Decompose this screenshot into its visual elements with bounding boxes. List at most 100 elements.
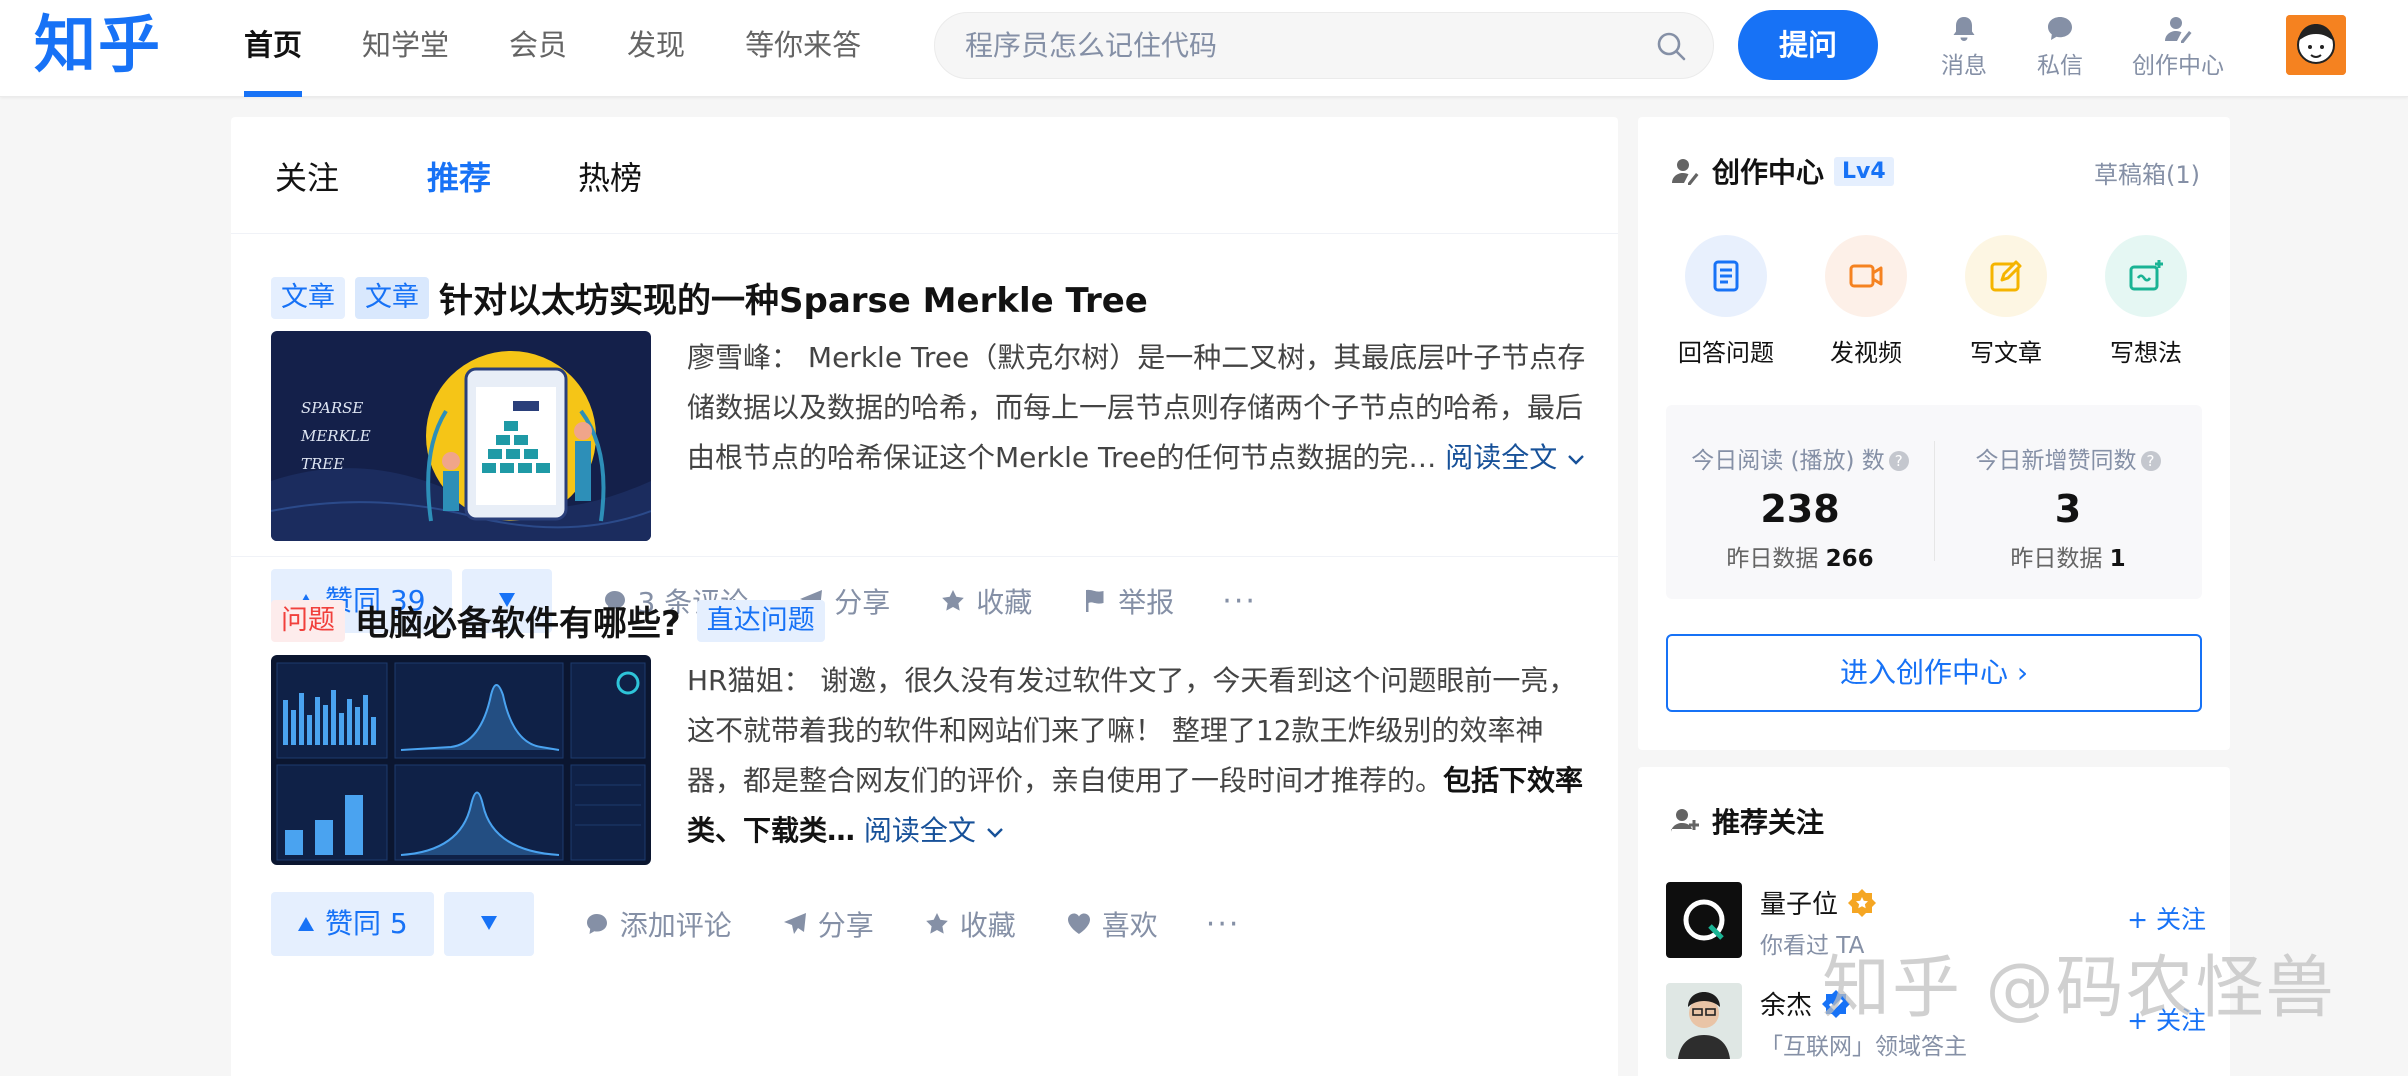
downvote-button[interactable] — [443, 892, 534, 956]
avatar[interactable] — [1666, 983, 1742, 1059]
article-tag: 文章 — [355, 276, 429, 319]
excerpt-author: 廖雪峰： — [687, 341, 800, 374]
chevron-down-icon — [1568, 455, 1585, 465]
nav-discover[interactable]: 发现 — [627, 0, 685, 97]
stat-label: 今日新增赞同数? — [1934, 441, 2202, 475]
user-avatar[interactable] — [2286, 15, 2346, 75]
feed-excerpt[interactable]: HR猫姐： 谢邀，很久没有发过软件文了，今天看到这个问题眼前一亮，这不就带着我的… — [687, 656, 1587, 856]
messages-label: 消息 — [1941, 53, 1987, 79]
merkle-tree-illustration: SPARSE MERKLE TREE — [271, 331, 651, 541]
dashboard-thumbnail[interactable] — [271, 655, 651, 865]
recommend-card-header: 推荐关注 — [1670, 801, 1824, 841]
liangziwei-logo-icon — [1666, 882, 1742, 958]
creator-card-header: 创作中心 Lv4 — [1670, 151, 1894, 191]
stat-value: 238 — [1760, 487, 1840, 531]
tab-hot[interactable]: 热榜 — [578, 153, 642, 199]
stat-yesterday: 昨日数据 1 — [2010, 546, 2126, 572]
feed-item: 文章 文章 针对以太坊实现的一种Sparse Merkle Tree SPARS… — [231, 234, 1618, 633]
verified-gold-badge-icon — [1848, 888, 1877, 917]
article-thumbnail[interactable]: SPARSE MERKLE TREE — [271, 331, 651, 541]
like-button[interactable]: 喜欢 — [1066, 904, 1158, 944]
tab-follow[interactable]: 关注 — [275, 153, 339, 199]
share-button[interactable]: 分享 — [782, 904, 874, 944]
feed-title[interactable]: 电脑必备软件有哪些? — [355, 596, 681, 645]
direct-question-tag[interactable]: 直达问题 — [696, 599, 825, 642]
stat-yesterday: 昨日数据 266 — [1726, 546, 1874, 572]
feed-title[interactable]: 针对以太坊实现的一种Sparse Merkle Tree — [439, 273, 1148, 322]
help-icon[interactable]: ? — [1888, 451, 1909, 471]
svg-text:SPARSE: SPARSE — [301, 399, 363, 417]
read-more-link[interactable]: 阅读全文 — [864, 814, 1005, 847]
follow-button[interactable]: + 关注 — [2127, 900, 2206, 936]
nav-zhixuetang[interactable]: 知学堂 — [362, 0, 449, 97]
feed-title-row: 问题 电脑必备软件有哪些? 直达问题 — [271, 596, 835, 645]
read-more-link[interactable]: 阅读全文 — [1445, 441, 1586, 474]
creator-stats-panel: 今日阅读 (播放) 数? 238 昨日数据 266 今日新增赞同数? 3 昨日数… — [1666, 405, 2202, 599]
user-name[interactable]: 量子位 — [1760, 884, 1878, 921]
quick-answer-question[interactable]: 回答问题 — [1656, 235, 1796, 368]
zhihu-logo[interactable]: 知乎 — [34, 4, 162, 86]
creator-icon — [2165, 17, 2192, 43]
question-tag: 问题 — [271, 599, 345, 642]
nav-membership[interactable]: 会员 — [509, 0, 567, 97]
creator-center-label: 创作中心 — [2132, 53, 2224, 79]
feed-actions: 赞同 5 添加评论 分享 收藏 喜欢 ··· — [271, 892, 1240, 956]
stat-value: 3 — [2054, 487, 2082, 531]
article-tag: 文章 — [271, 276, 345, 319]
more-menu-button[interactable]: ··· — [1206, 907, 1241, 942]
add-comment-button[interactable]: 添加评论 — [584, 904, 732, 944]
creator-icon — [1672, 159, 1699, 185]
top-header: 知乎 首页 知学堂 会员 发现 等你来答 提问 消息 私信 创作中心 — [0, 0, 2408, 97]
upvote-button[interactable]: 赞同 5 — [271, 892, 434, 956]
level-badge: Lv4 — [1834, 156, 1894, 186]
help-icon[interactable]: ? — [2140, 451, 2161, 471]
feed-item: 问题 电脑必备软件有哪些? 直达问题 HR猫姐： 谢邀，很久没有发过软件文了，今… — [231, 558, 1618, 1076]
tab-recommend[interactable]: 推荐 — [427, 153, 491, 199]
creator-center-button[interactable]: 创作中心 — [2128, 14, 2228, 80]
ask-question-button[interactable]: 提问 — [1738, 10, 1878, 80]
search-input[interactable] — [965, 13, 1625, 78]
drafts-link[interactable]: 草稿箱(1) — [2094, 155, 2200, 190]
excerpt-author: HR猫姐： — [687, 664, 812, 697]
quick-label: 回答问题 — [1678, 339, 1774, 367]
add-user-icon — [1671, 809, 1699, 833]
recommend-card-title: 推荐关注 — [1712, 806, 1825, 839]
feed-tabs: 关注 推荐 热榜 — [231, 117, 1618, 234]
avatar[interactable] — [1666, 882, 1742, 958]
nav-home[interactable]: 首页 — [244, 0, 303, 97]
heart-icon — [1067, 913, 1090, 934]
avatar-face-icon — [2286, 15, 2346, 75]
quick-icon-circle — [1685, 235, 1767, 317]
enter-creator-center-button[interactable]: 进入创作中心 › — [1666, 634, 2202, 712]
feed-card: 关注 推荐 热榜 文章 文章 针对以太坊实现的一种Sparse Merkle T… — [231, 117, 1618, 1076]
nav-waiting-answers[interactable]: 等你来答 — [745, 0, 861, 97]
svg-text:TREE: TREE — [301, 455, 344, 473]
stat-upvotes: 今日新增赞同数? 3 昨日数据 1 — [1934, 441, 2202, 573]
svg-text:MERKLE: MERKLE — [300, 427, 371, 445]
private-messages-label: 私信 — [2037, 53, 2083, 79]
quick-label: 写文章 — [1970, 339, 2042, 367]
feed-excerpt[interactable]: 廖雪峰： Merkle Tree（默克尔树）是一种二叉树，其最底层叶子节点存储数… — [687, 333, 1587, 483]
star-icon — [925, 913, 948, 934]
quick-write-idea[interactable]: 写想法 — [2076, 235, 2216, 368]
quick-post-video[interactable]: 发视频 — [1796, 235, 1936, 368]
creator-card-title[interactable]: 创作中心 — [1712, 151, 1824, 191]
favorite-button[interactable]: 收藏 — [924, 904, 1016, 944]
write-icon — [1990, 260, 2022, 292]
private-messages-button[interactable]: 私信 — [2010, 14, 2110, 80]
share-icon — [783, 913, 806, 934]
quick-label: 写想法 — [2110, 339, 2182, 367]
messages-button[interactable]: 消息 — [1914, 14, 2014, 80]
feed-title-row: 文章 文章 针对以太坊实现的一种Sparse Merkle Tree — [271, 273, 1148, 322]
bell-icon — [1953, 17, 1975, 41]
creator-center-card: 创作中心 Lv4 草稿箱(1) 回答问题 发视频 写文章 写想法 今日阅读 (播… — [1638, 117, 2230, 750]
search-icon[interactable] — [1655, 30, 1687, 62]
triangle-up-icon — [298, 917, 314, 931]
quick-icon-circle — [1825, 235, 1907, 317]
quick-write-article[interactable]: 写文章 — [1936, 235, 2076, 368]
stat-label: 今日阅读 (播放) 数? — [1666, 441, 1934, 475]
search-box — [934, 12, 1714, 79]
user-photo-icon — [1666, 983, 1742, 1059]
video-icon — [1849, 264, 1883, 288]
answer-icon — [1713, 260, 1739, 292]
